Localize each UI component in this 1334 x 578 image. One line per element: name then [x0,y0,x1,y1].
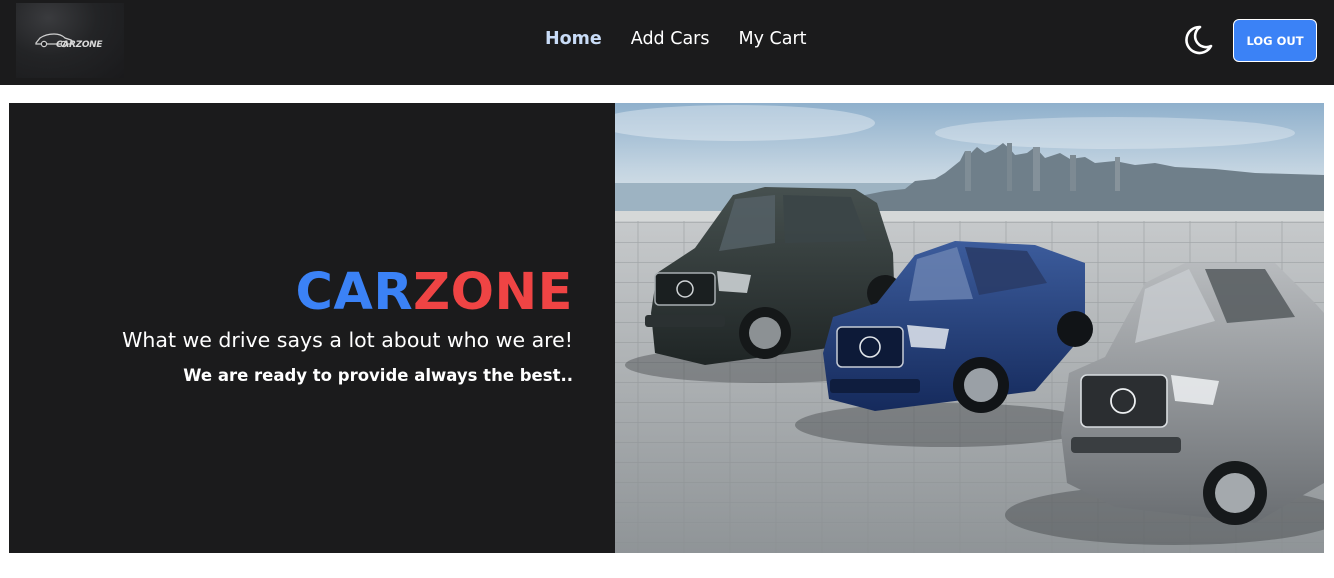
navbar: CARZONE Home Add Cars My Cart LOG OUT [0,0,1334,85]
moon-icon [1185,25,1213,55]
hero-banner: CARZONE What we drive says a lot about w… [9,103,1324,553]
theme-toggle-button[interactable] [1181,24,1213,56]
carzone-logo[interactable]: CARZONE [16,3,124,78]
nav-link-home[interactable]: Home [545,29,602,53]
brand-zone: ZONE [413,263,573,322]
main-nav: Home Add Cars My Cart [545,29,807,53]
logout-button[interactable]: LOG OUT [1233,19,1317,62]
hero-subline: We are ready to provide always the best.… [183,366,573,385]
cars-showcase-image [615,103,1324,553]
nav-link-my-cart[interactable]: My Cart [738,29,806,53]
hero-tagline: What we drive says a lot about who we ar… [122,328,573,352]
hero-image [615,103,1324,553]
hero-text-panel: CARZONE What we drive says a lot about w… [9,103,615,553]
logo-text: CARZONE [56,40,103,50]
hero-brand-title: CARZONE [122,264,573,322]
brand-car: CAR [295,263,414,322]
nav-link-add-cars[interactable]: Add Cars [631,29,710,53]
hero-text: CARZONE What we drive says a lot about w… [122,264,573,386]
